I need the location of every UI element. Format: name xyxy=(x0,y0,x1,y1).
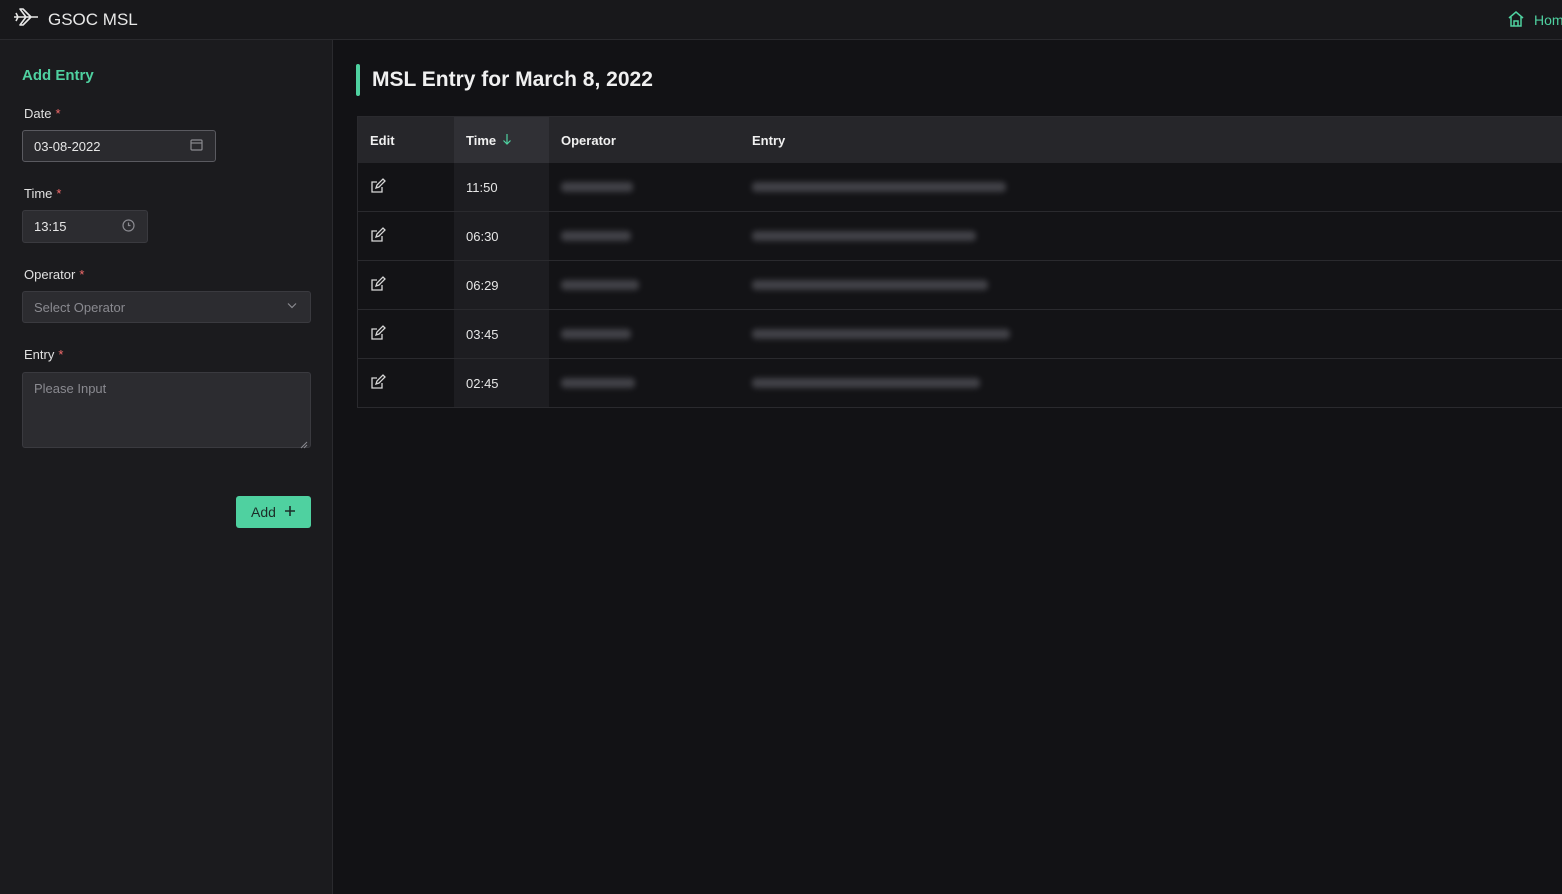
row-operator xyxy=(549,212,740,260)
main-content: MSL Entry for March 8, 2022 Edit Time Op… xyxy=(334,40,1562,894)
page-title: MSL Entry for March 8, 2022 xyxy=(372,68,653,91)
row-entry xyxy=(740,359,1562,407)
column-operator: Operator xyxy=(561,132,616,148)
app-title: GSOC MSL xyxy=(48,9,138,29)
row-operator xyxy=(549,310,740,358)
plus-icon xyxy=(284,504,296,520)
entry-label: Entry * xyxy=(24,347,64,362)
home-label: Home xyxy=(1534,12,1562,28)
resize-handle[interactable] xyxy=(300,437,308,449)
edit-icon[interactable] xyxy=(370,324,386,344)
column-entry: Entry xyxy=(752,132,786,148)
edit-icon[interactable] xyxy=(370,275,386,295)
edit-icon[interactable] xyxy=(370,226,386,246)
operator-select[interactable]: Select Operator xyxy=(22,291,311,323)
row-operator xyxy=(549,163,740,211)
home-icon xyxy=(1506,9,1526,32)
table-header: Edit Time Operator Entry xyxy=(358,117,1562,163)
add-entry-panel: Add Entry Date * 03-08-2022 Time * 13:15 O… xyxy=(0,40,333,894)
entry-textarea[interactable]: Please Input xyxy=(22,372,311,449)
time-label: Time * xyxy=(24,186,62,201)
row-time: 03:45 xyxy=(454,310,549,358)
sort-down-icon[interactable] xyxy=(502,133,512,148)
operator-label: Operator * xyxy=(24,267,85,282)
row-operator xyxy=(549,359,740,407)
edit-icon[interactable] xyxy=(370,177,386,197)
row-entry xyxy=(740,261,1562,309)
chevron-down-icon xyxy=(286,300,298,315)
table-row: 03:45 xyxy=(358,310,1562,359)
table-row: 02:45 xyxy=(358,359,1562,408)
time-value: 13:15 xyxy=(34,219,67,234)
msl-table: Edit Time Operator Entry 11:50 06:30 06:… xyxy=(357,116,1562,408)
add-button-label: Add xyxy=(251,504,276,520)
table-row: 11:50 xyxy=(358,163,1562,212)
row-time: 02:45 xyxy=(454,359,549,407)
top-bar: GSOC MSL Home xyxy=(0,0,1562,40)
row-entry xyxy=(740,212,1562,260)
operator-placeholder: Select Operator xyxy=(34,299,126,315)
row-time: 06:30 xyxy=(454,212,549,260)
heading-accent xyxy=(356,64,360,96)
entry-placeholder: Please Input xyxy=(34,381,107,396)
row-entry xyxy=(740,310,1562,358)
date-label: Date * xyxy=(24,106,61,121)
row-operator xyxy=(549,261,740,309)
date-value: 03-08-2022 xyxy=(34,138,101,154)
date-input[interactable]: 03-08-2022 xyxy=(22,130,216,162)
row-time: 06:29 xyxy=(454,261,549,309)
home-link[interactable]: Home xyxy=(1506,0,1562,40)
column-time[interactable]: Time xyxy=(454,117,549,163)
row-entry xyxy=(740,163,1562,211)
column-edit: Edit xyxy=(370,132,395,148)
edit-icon[interactable] xyxy=(370,373,386,393)
table-row: 06:30 xyxy=(358,212,1562,261)
calendar-icon[interactable] xyxy=(190,138,203,154)
time-input[interactable]: 13:15 xyxy=(22,210,148,243)
clock-icon[interactable] xyxy=(122,218,135,235)
table-row: 06:29 xyxy=(358,261,1562,310)
row-time: 11:50 xyxy=(454,163,549,211)
add-entry-title: Add Entry xyxy=(22,67,94,84)
plane-icon xyxy=(12,6,40,33)
add-button[interactable]: Add xyxy=(236,496,311,528)
brand[interactable]: GSOC MSL xyxy=(0,6,138,33)
